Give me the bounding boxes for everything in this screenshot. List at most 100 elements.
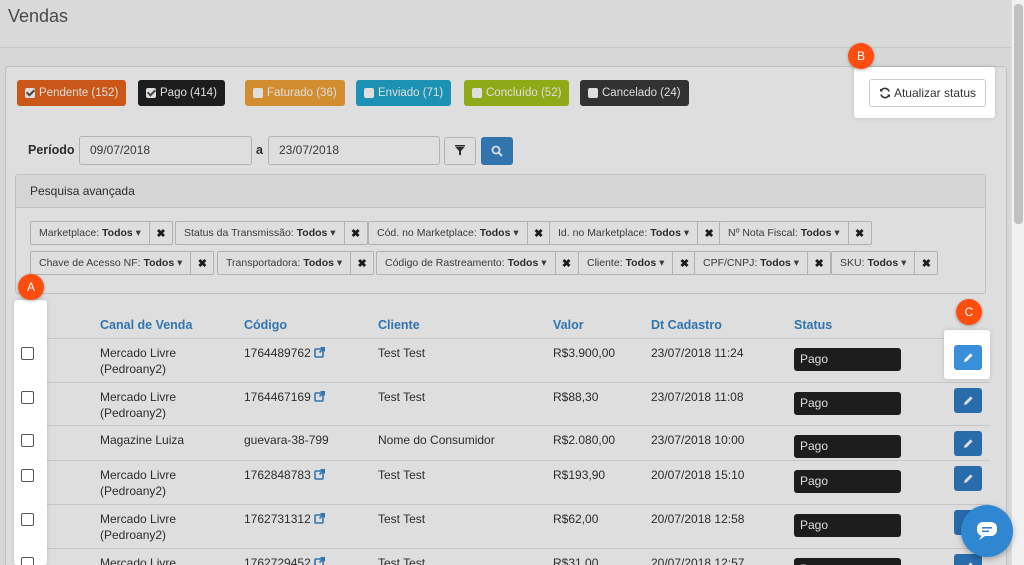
filter-value: Todos	[650, 227, 681, 239]
scrollbar-thumb[interactable]	[1014, 4, 1023, 224]
filter-dropdown-label[interactable]: CPF/CNPJ: Todos ▾	[695, 252, 809, 274]
checkbox-unchecked-icon	[253, 88, 263, 98]
external-link-icon[interactable]	[313, 556, 326, 565]
filter-dropdown-label[interactable]: Marketplace: Todos ▾	[31, 222, 150, 244]
status-filter-label: Concluído (52)	[486, 87, 562, 99]
caret-down-icon: ▾	[174, 257, 183, 269]
filter-dropdown[interactable]: Status da Transmissão: Todos ▾ ✖	[175, 221, 368, 245]
row-checkbox[interactable]	[21, 557, 34, 565]
row-checkbox[interactable]	[21, 434, 34, 447]
pencil-icon	[963, 439, 973, 448]
cell-valor: R$31,00	[553, 556, 599, 565]
advanced-search-title[interactable]: Pesquisa avançada	[16, 175, 985, 208]
date-from-input[interactable]: 09/07/2018	[79, 136, 252, 165]
date-to-input[interactable]: 23/07/2018	[268, 136, 440, 165]
filter-name: Marketplace:	[39, 227, 103, 239]
filter-value: Todos	[867, 257, 899, 269]
remove-filter-icon[interactable]: ✖	[150, 222, 172, 244]
filter-dropdown[interactable]: Código de Rastreamento: Todos ▾ ✖	[376, 251, 579, 275]
cell-cliente: Test Test	[378, 346, 426, 360]
filter-dropdown-label[interactable]: Chave de Acesso NF: Todos ▾	[31, 252, 192, 274]
filter-dropdown-label[interactable]: Código de Rastreamento: Todos ▾	[377, 252, 556, 274]
status-filter-button[interactable]: Pendente (152)	[17, 80, 127, 106]
filter-dropdown[interactable]: Transportadora: Todos ▾ ✖	[217, 251, 375, 275]
remove-filter-icon[interactable]: ✖	[849, 222, 871, 244]
remove-filter-icon[interactable]: ✖	[698, 222, 720, 244]
filter-dropdown[interactable]: Nº Nota Fiscal: Todos ▾ ✖	[719, 221, 872, 245]
column-header-codigo[interactable]: Código	[244, 318, 287, 332]
external-link-icon[interactable]	[313, 346, 326, 362]
filter-dropdown[interactable]: Chave de Acesso NF: Todos ▾ ✖	[30, 251, 215, 275]
status-badge: Pago	[794, 435, 901, 458]
filter-dropdown[interactable]: Marketplace: Todos ▾ ✖	[30, 221, 173, 245]
cell-canal: Mercado Livre (Pedroany2)	[100, 389, 176, 421]
filter-dropdown-label[interactable]: Cliente: Todos ▾	[579, 252, 674, 274]
remove-filter-icon[interactable]: ✖	[528, 222, 550, 244]
status-badge: Pago	[794, 392, 901, 415]
edit-button[interactable]	[954, 388, 982, 413]
filter-dropdown-label[interactable]: Transportadora: Todos ▾	[218, 252, 352, 274]
caret-down-icon: ▾	[656, 257, 665, 269]
row-divider	[15, 548, 990, 549]
refresh-status-button[interactable]: Atualizar status	[869, 79, 986, 107]
column-header-status[interactable]: Status	[794, 318, 832, 332]
status-filter-button[interactable]: Enviado (71)	[356, 80, 452, 106]
row-checkbox[interactable]	[21, 347, 34, 360]
remove-filter-icon[interactable]: ✖	[556, 252, 578, 274]
remove-filter-icon[interactable]: ✖	[808, 252, 830, 274]
status-filter-button[interactable]: Concluído (52)	[464, 80, 570, 106]
status-filter-label: Faturado (36)	[267, 87, 337, 99]
external-link-icon[interactable]	[313, 390, 326, 406]
filter-dropdown[interactable]: Cliente: Todos ▾ ✖	[578, 251, 697, 275]
canal-name: Mercado Livre	[100, 512, 177, 526]
row-checkbox[interactable]	[21, 513, 34, 526]
remove-filter-icon[interactable]: ✖	[345, 222, 367, 244]
column-header-dt-cadastro[interactable]: Dt Cadastro	[651, 318, 722, 332]
remove-filter-icon[interactable]: ✖	[191, 252, 213, 274]
external-link-icon[interactable]	[313, 512, 326, 528]
caret-down-icon: ▾	[327, 227, 336, 239]
codigo-value: 1764489762	[244, 346, 311, 360]
filter-dropdown-label[interactable]: SKU: Todos ▾	[832, 252, 916, 274]
filter-button[interactable]	[444, 137, 476, 165]
cell-valor: R$62,00	[553, 512, 599, 526]
cell-codigo: 1762848783	[244, 467, 326, 484]
filter-dropdown-label[interactable]: Nº Nota Fiscal: Todos ▾	[720, 222, 849, 244]
column-header-valor[interactable]: Valor	[553, 318, 584, 332]
page-scrollbar[interactable]	[1011, 0, 1024, 565]
chat-bubble-icon	[977, 522, 997, 540]
caret-down-icon: ▾	[831, 227, 840, 239]
remove-filter-icon[interactable]: ✖	[351, 252, 373, 274]
edit-button[interactable]	[954, 466, 982, 491]
status-filter-button[interactable]: Faturado (36)	[245, 80, 345, 106]
external-link-icon[interactable]	[313, 468, 326, 484]
filter-dropdown[interactable]: Cód. no Marketplace: Todos ▾ ✖	[368, 221, 551, 245]
status-filter-button[interactable]: Pago (414)	[138, 80, 225, 106]
chat-button[interactable]	[961, 505, 1013, 557]
remove-filter-icon[interactable]: ✖	[915, 252, 937, 274]
column-header-cliente[interactable]: Cliente	[378, 318, 420, 332]
filter-dropdown-label[interactable]: Id. no Marketplace: Todos ▾	[550, 222, 699, 244]
callout-badge-c: C	[956, 299, 982, 325]
filter-value: Todos	[507, 257, 539, 269]
row-checkbox[interactable]	[21, 391, 34, 404]
cell-codigo: guevara-38-799	[244, 432, 329, 448]
status-filter-button[interactable]: Cancelado (24)	[580, 80, 689, 106]
status-filter-label: Enviado (71)	[378, 87, 444, 99]
page-title: Vendas	[8, 6, 69, 26]
filter-dropdown[interactable]: Id. no Marketplace: Todos ▾ ✖	[549, 221, 722, 245]
status-badge: Pago	[794, 514, 901, 537]
column-header-canal[interactable]: Canal de Venda	[100, 318, 192, 332]
search-button[interactable]	[481, 137, 513, 165]
filter-dropdown[interactable]: SKU: Todos ▾ ✖	[831, 251, 939, 275]
filter-dropdown[interactable]: CPF/CNPJ: Todos ▾ ✖	[694, 251, 832, 275]
remove-filter-icon[interactable]: ✖	[673, 252, 695, 274]
row-checkbox[interactable]	[21, 469, 34, 482]
filter-value: Todos	[303, 257, 334, 269]
filter-dropdown-label[interactable]: Status da Transmissão: Todos ▾	[176, 222, 345, 244]
filter-value: Todos	[143, 257, 175, 269]
edit-button-highlighted[interactable]	[954, 345, 982, 370]
filter-dropdown-label[interactable]: Cód. no Marketplace: Todos ▾	[369, 222, 528, 244]
refresh-status-label: Atualizar status	[893, 86, 977, 100]
edit-button[interactable]	[954, 431, 982, 456]
